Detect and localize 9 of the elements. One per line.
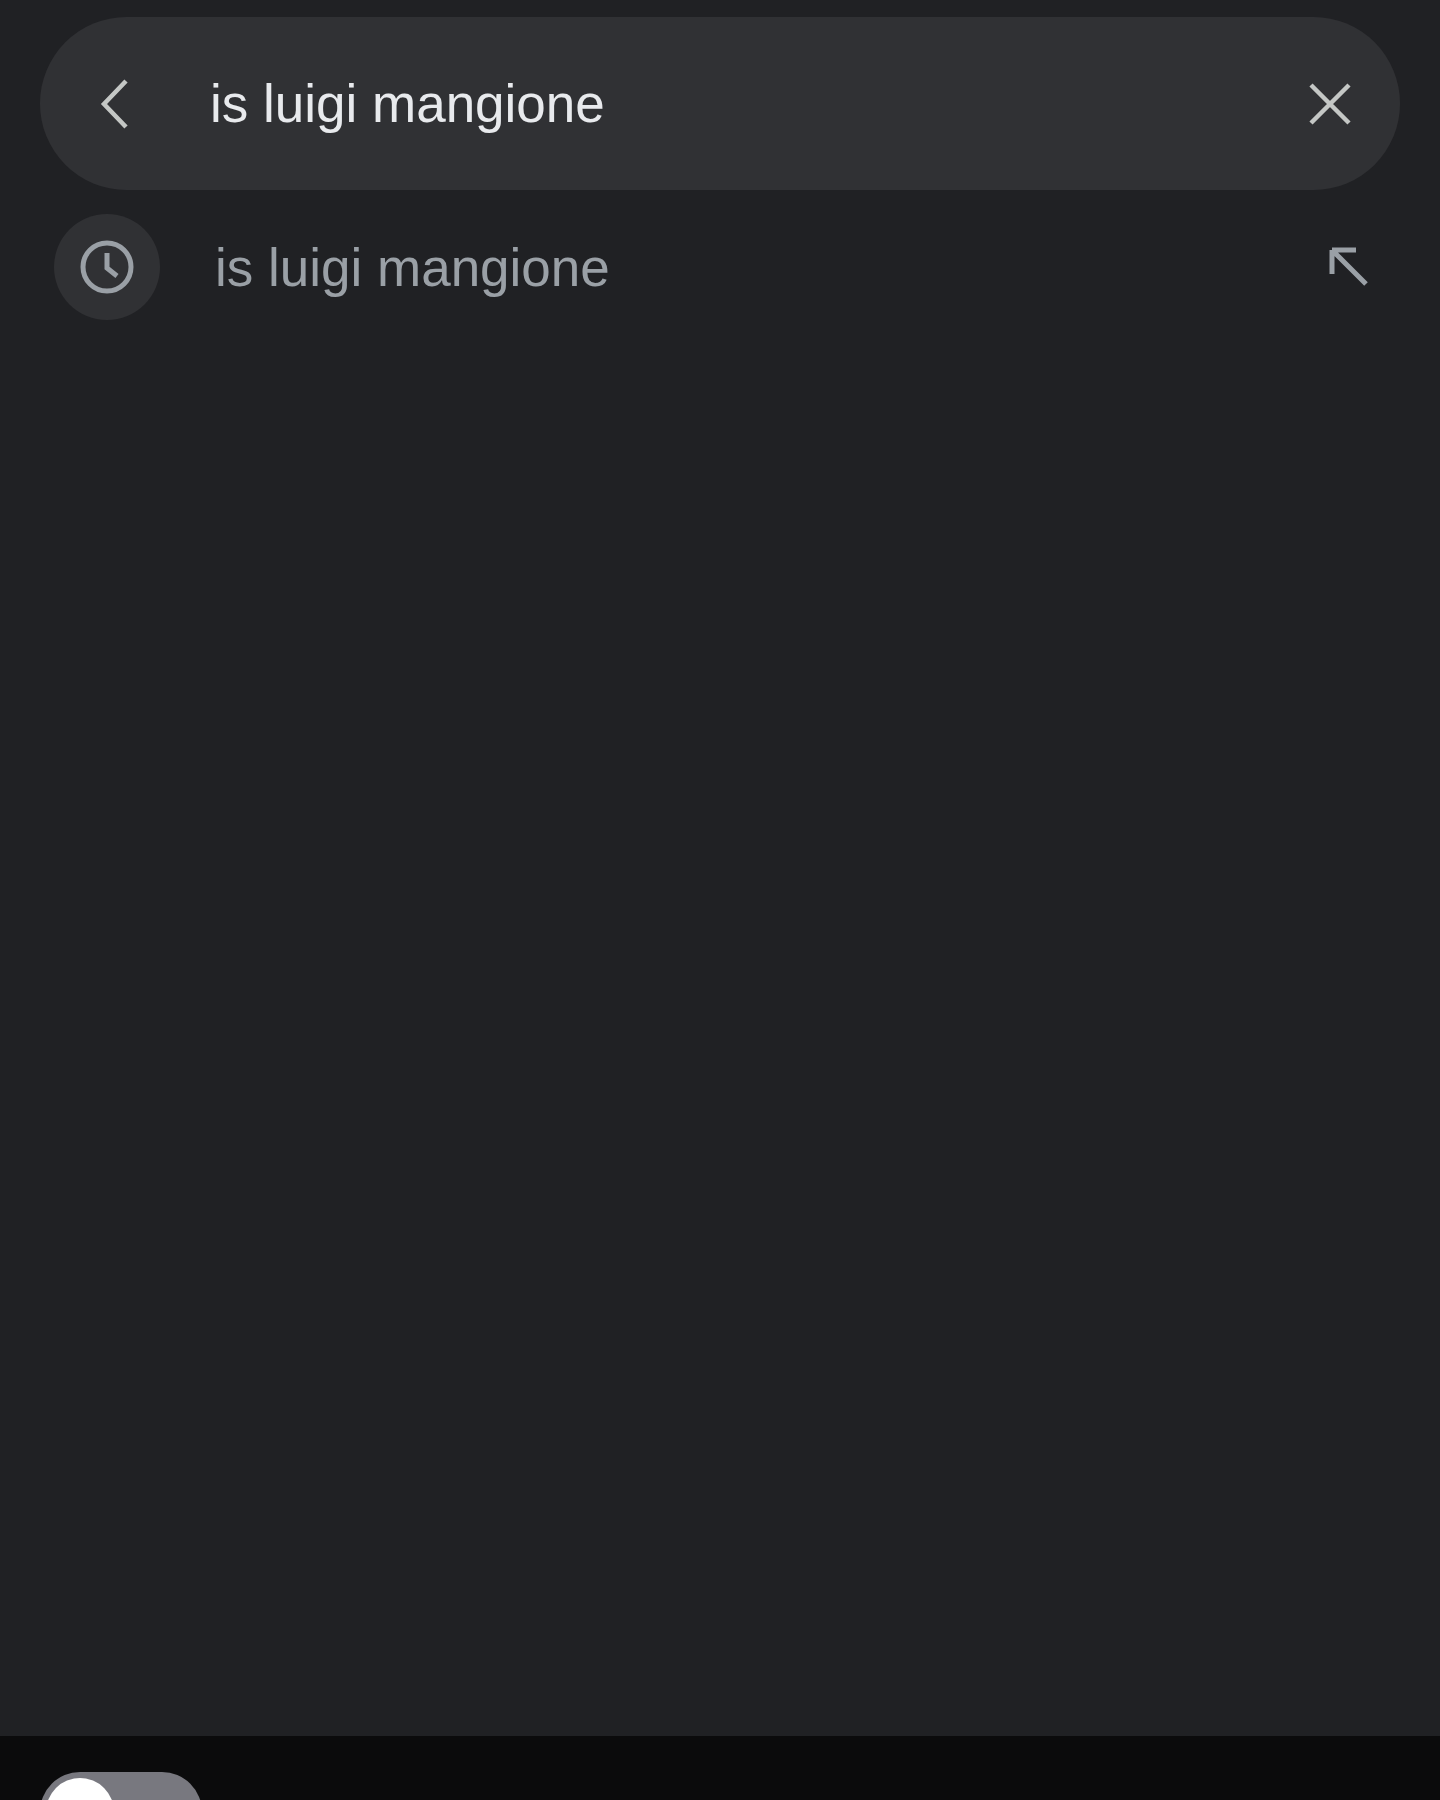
close-icon [1308,81,1352,126]
clock-icon [79,239,135,295]
fill-query-button[interactable] [1328,246,1370,288]
arrow-icon [1328,246,1370,288]
search-field[interactable]: is luigi mangione [210,68,1260,139]
back-button[interactable] [100,77,130,130]
search-bar[interactable]: is luigi mangione [40,17,1400,190]
suggestion-item[interactable]: is luigi mangione [215,236,1328,298]
back-icon [100,77,130,130]
